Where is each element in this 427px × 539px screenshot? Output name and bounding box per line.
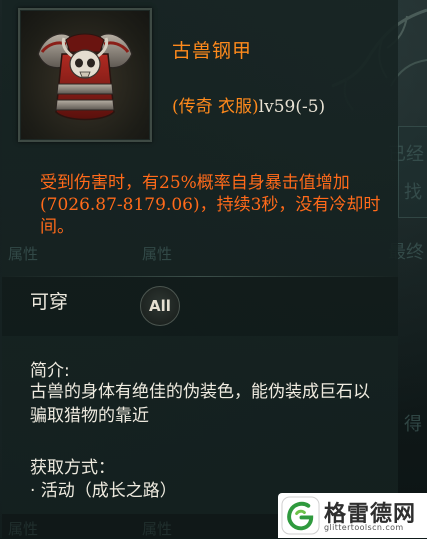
- item-type-level: (传奇 衣服)lv59(-5): [172, 92, 325, 117]
- chest-armor-icon: [37, 33, 133, 121]
- bg-side-text-2: 找: [404, 182, 422, 203]
- watermark-url: glittertoolscn.com: [324, 523, 404, 532]
- obtain-title: 获取方式：: [30, 458, 115, 478]
- intro-title: 简介:: [30, 361, 70, 381]
- site-watermark: 格雷德网 glittertoolscn.com: [278, 493, 427, 538]
- bg-attr-label-1: 属性: [8, 245, 39, 263]
- wearable-label: 可穿: [30, 291, 69, 313]
- item-tooltip: 属性 属性 属性 属性 古兽钢甲 (传奇 衣服)lv59(-5) 受到伤害时，有…: [2, 0, 398, 538]
- watermark-logo-icon: [281, 496, 320, 535]
- obtain-method: · 活动（成长之路）: [30, 481, 177, 501]
- item-effect-description: 受到伤害时，有25%概率自身暴击值增加(7026.87-8179.06)，持续3…: [18, 172, 384, 238]
- item-type: (传奇 衣服): [172, 97, 259, 117]
- bg-side-text-4: 得: [404, 414, 422, 435]
- item-name: 古兽钢甲: [172, 40, 253, 62]
- bg-attr-label-2: 属性: [142, 245, 173, 263]
- item-effect-text: 受到伤害时，有25%概率自身暴击值增加(7026.87-8179.06)，持续3…: [40, 173, 381, 237]
- item-icon-frame: [18, 8, 152, 142]
- tooltip-header: 古兽钢甲 (传奇 衣服)lv59(-5): [2, 0, 398, 150]
- divider: [2, 276, 398, 277]
- class-badge-all: All: [140, 286, 180, 326]
- item-level: lv59(-5): [258, 97, 326, 117]
- intro-text: 古兽的身体有绝佳的伪装色，能伪装成巨石以骗取猎物的靠近: [30, 382, 370, 426]
